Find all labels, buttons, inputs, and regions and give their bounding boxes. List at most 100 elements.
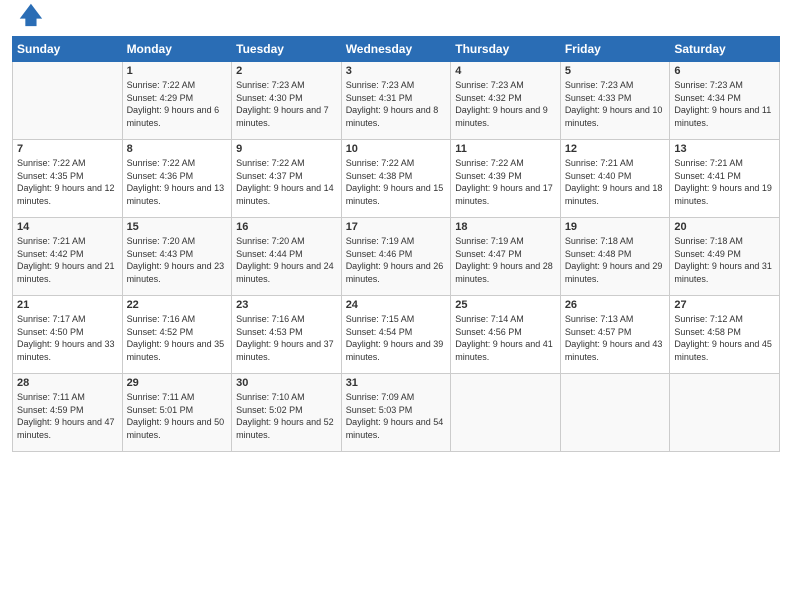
cell-info: Sunrise: 7:22 AMSunset: 4:37 PMDaylight:… [236,157,337,207]
calendar-header: SundayMondayTuesdayWednesdayThursdayFrid… [13,37,780,62]
day-number: 3 [346,65,447,77]
cell-info: Sunrise: 7:09 AMSunset: 5:03 PMDaylight:… [346,391,447,441]
day-number: 14 [17,221,118,233]
calendar-cell: 8 Sunrise: 7:22 AMSunset: 4:36 PMDaylight… [122,140,232,218]
day-number: 12 [565,143,666,155]
calendar-cell: 16 Sunrise: 7:20 AMSunset: 4:44 PMDayligh… [232,218,342,296]
weekday-row: SundayMondayTuesdayWednesdayThursdayFrid… [13,37,780,62]
cell-info: Sunrise: 7:21 AMSunset: 4:41 PMDaylight:… [674,157,775,207]
calendar-cell: 17 Sunrise: 7:19 AMSunset: 4:46 PMDayligh… [341,218,451,296]
page-container: SundayMondayTuesdayWednesdayThursdayFrid… [0,0,792,462]
cell-info: Sunrise: 7:11 AMSunset: 4:59 PMDaylight:… [17,391,118,441]
cell-info: Sunrise: 7:16 AMSunset: 4:53 PMDaylight:… [236,313,337,363]
calendar-cell: 28 Sunrise: 7:11 AMSunset: 4:59 PMDayligh… [13,374,123,452]
day-number: 21 [17,299,118,311]
cell-info: Sunrise: 7:13 AMSunset: 4:57 PMDaylight:… [565,313,666,363]
day-number: 15 [127,221,228,233]
calendar-cell: 18Sunrise: 7:19 AMSunset: 4:47 PMDayligh… [451,218,561,296]
calendar-cell: 23 Sunrise: 7:16 AMSunset: 4:53 PMDayligh… [232,296,342,374]
day-number: 4 [455,65,556,77]
cell-info: Sunrise: 7:18 AMSunset: 4:48 PMDaylight:… [565,235,666,285]
calendar-cell: 9 Sunrise: 7:22 AMSunset: 4:37 PMDaylight… [232,140,342,218]
day-number: 7 [17,143,118,155]
calendar-cell: 4 Sunrise: 7:23 AMSunset: 4:32 PMDaylight… [451,62,561,140]
cell-info: Sunrise: 7:17 AMSunset: 4:50 PMDaylight:… [17,313,118,363]
cell-info: Sunrise: 7:21 AMSunset: 4:42 PMDaylight:… [17,235,118,285]
calendar-cell: 12 Sunrise: 7:21 AMSunset: 4:40 PMDayligh… [560,140,670,218]
day-number: 13 [674,143,775,155]
calendar-week-row: 1Sunrise: 7:22 AMSunset: 4:29 PMDaylight… [13,62,780,140]
day-number: 5 [565,65,666,77]
weekday-header: Saturday [670,37,780,62]
day-number: 22 [127,299,228,311]
calendar-cell: 29Sunrise: 7:11 AMSunset: 5:01 PMDayligh… [122,374,232,452]
cell-info: Sunrise: 7:19 AMSunset: 4:46 PMDaylight:… [346,235,447,285]
weekday-header: Tuesday [232,37,342,62]
cell-info: Sunrise: 7:18 AMSunset: 4:49 PMDaylight:… [674,235,775,285]
header [12,10,780,28]
cell-info: Sunrise: 7:16 AMSunset: 4:52 PMDaylight:… [127,313,228,363]
weekday-header: Thursday [451,37,561,62]
calendar-cell: 20 Sunrise: 7:18 AMSunset: 4:49 PMDayligh… [670,218,780,296]
day-number: 17 [346,221,447,233]
cell-info: Sunrise: 7:12 AMSunset: 4:58 PMDaylight:… [674,313,775,363]
calendar-cell: 11Sunrise: 7:22 AMSunset: 4:39 PMDayligh… [451,140,561,218]
calendar-cell: 27Sunrise: 7:12 AMSunset: 4:58 PMDayligh… [670,296,780,374]
day-number: 9 [236,143,337,155]
logo-icon [16,0,44,28]
calendar-cell: 5 Sunrise: 7:23 AMSunset: 4:33 PMDaylight… [560,62,670,140]
calendar-cell: 31 Sunrise: 7:09 AMSunset: 5:03 PMDayligh… [341,374,451,452]
cell-info: Sunrise: 7:15 AMSunset: 4:54 PMDaylight:… [346,313,447,363]
cell-info: Sunrise: 7:20 AMSunset: 4:44 PMDaylight:… [236,235,337,285]
weekday-header: Friday [560,37,670,62]
weekday-header: Sunday [13,37,123,62]
calendar-cell [560,374,670,452]
calendar-cell: 19 Sunrise: 7:18 AMSunset: 4:48 PMDayligh… [560,218,670,296]
calendar-cell [670,374,780,452]
cell-info: Sunrise: 7:22 AMSunset: 4:38 PMDaylight:… [346,157,447,207]
day-number: 1 [127,65,228,77]
day-number: 6 [674,65,775,77]
weekday-header: Monday [122,37,232,62]
day-number: 28 [17,377,118,389]
calendar-cell: 15Sunrise: 7:20 AMSunset: 4:43 PMDayligh… [122,218,232,296]
day-number: 8 [127,143,228,155]
cell-info: Sunrise: 7:22 AMSunset: 4:36 PMDaylight:… [127,157,228,207]
cell-info: Sunrise: 7:22 AMSunset: 4:35 PMDaylight:… [17,157,118,207]
calendar-cell: 30Sunrise: 7:10 AMSunset: 5:02 PMDayligh… [232,374,342,452]
day-number: 31 [346,377,447,389]
calendar-cell: 21 Sunrise: 7:17 AMSunset: 4:50 PMDayligh… [13,296,123,374]
day-number: 23 [236,299,337,311]
day-number: 24 [346,299,447,311]
cell-info: Sunrise: 7:11 AMSunset: 5:01 PMDaylight:… [127,391,228,441]
day-number: 10 [346,143,447,155]
cell-info: Sunrise: 7:23 AMSunset: 4:31 PMDaylight:… [346,79,447,129]
day-number: 16 [236,221,337,233]
cell-info: Sunrise: 7:21 AMSunset: 4:40 PMDaylight:… [565,157,666,207]
day-number: 26 [565,299,666,311]
calendar-cell: 25Sunrise: 7:14 AMSunset: 4:56 PMDayligh… [451,296,561,374]
logo [12,14,44,28]
calendar-cell [451,374,561,452]
calendar-body: 1Sunrise: 7:22 AMSunset: 4:29 PMDaylight… [13,62,780,452]
cell-info: Sunrise: 7:23 AMSunset: 4:30 PMDaylight:… [236,79,337,129]
calendar-cell: 1Sunrise: 7:22 AMSunset: 4:29 PMDaylight… [122,62,232,140]
day-number: 20 [674,221,775,233]
day-number: 19 [565,221,666,233]
cell-info: Sunrise: 7:23 AMSunset: 4:34 PMDaylight:… [674,79,775,129]
cell-info: Sunrise: 7:23 AMSunset: 4:33 PMDaylight:… [565,79,666,129]
calendar-week-row: 28 Sunrise: 7:11 AMSunset: 4:59 PMDayligh… [13,374,780,452]
calendar-cell: 2 Sunrise: 7:23 AMSunset: 4:30 PMDaylight… [232,62,342,140]
day-number: 30 [236,377,337,389]
calendar-cell: 13 Sunrise: 7:21 AMSunset: 4:41 PMDayligh… [670,140,780,218]
cell-info: Sunrise: 7:23 AMSunset: 4:32 PMDaylight:… [455,79,556,129]
calendar-cell: 22 Sunrise: 7:16 AMSunset: 4:52 PMDayligh… [122,296,232,374]
calendar-cell: 10 Sunrise: 7:22 AMSunset: 4:38 PMDayligh… [341,140,451,218]
calendar-cell: 3 Sunrise: 7:23 AMSunset: 4:31 PMDaylight… [341,62,451,140]
day-number: 2 [236,65,337,77]
calendar-table: SundayMondayTuesdayWednesdayThursdayFrid… [12,36,780,452]
calendar-cell: 26 Sunrise: 7:13 AMSunset: 4:57 PMDayligh… [560,296,670,374]
calendar-week-row: 21 Sunrise: 7:17 AMSunset: 4:50 PMDayligh… [13,296,780,374]
calendar-cell: 24 Sunrise: 7:15 AMSunset: 4:54 PMDayligh… [341,296,451,374]
cell-info: Sunrise: 7:19 AMSunset: 4:47 PMDaylight:… [455,235,556,285]
